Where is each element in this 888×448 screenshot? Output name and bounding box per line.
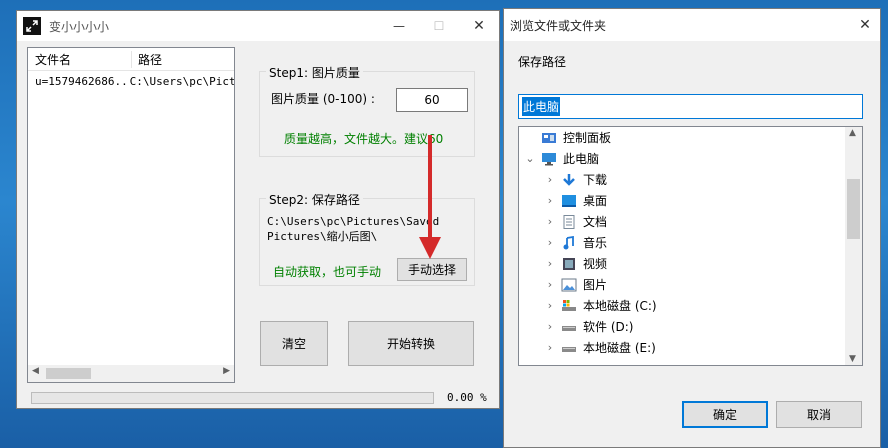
ok-button[interactable]: 确定 [682, 401, 768, 428]
tree-item[interactable]: › 视频 [519, 253, 845, 274]
tree-item-label: 图片 [583, 278, 608, 292]
scrollbar-thumb[interactable] [46, 368, 91, 379]
chevron-right-icon[interactable]: › [543, 257, 557, 270]
pictures-icon [561, 278, 577, 292]
chevron-right-icon[interactable]: › [543, 320, 557, 333]
dialog-label: 保存路径 [518, 55, 567, 69]
tree-item[interactable]: › 本地磁盘 (C:) [519, 295, 845, 316]
save-path-line2: Pictures\缩小后图\ [267, 230, 378, 243]
cancel-button[interactable]: 取消 [776, 401, 862, 428]
cell-filename: u=1579462686... [35, 74, 128, 88]
tree-item-label: 本地磁盘 (C:) [583, 299, 657, 313]
app-window: 变小小小小 — ☐ ✕ 文件名 路径 u=1579462686... C:\Us… [16, 10, 500, 409]
close-icon[interactable]: ✕ [459, 18, 499, 34]
document-icon [561, 214, 577, 229]
control-panel-icon [541, 131, 557, 145]
chevron-right-icon[interactable]: › [543, 278, 557, 291]
tree-item[interactable]: › 文档 [519, 211, 845, 232]
scroll-left-icon[interactable]: ◀ [32, 366, 39, 376]
tree-item-label: 文档 [583, 215, 608, 229]
table-row[interactable]: u=1579462686... C:\Users\pc\Pictu [28, 71, 234, 91]
start-convert-button[interactable]: 开始转换 [348, 321, 474, 366]
dialog-titlebar[interactable]: 浏览文件或文件夹 ✕ [504, 9, 880, 41]
save-path-line1: C:\Users\pc\Pictures\Saved [267, 215, 440, 228]
auto-path-hint: 自动获取，也可手动 [273, 265, 382, 279]
step2-title: Step2: 保存路径 [266, 191, 363, 208]
vertical-scrollbar[interactable]: ▲ ▼ [845, 127, 862, 365]
quality-input[interactable]: 60 [396, 88, 468, 112]
scroll-up-icon[interactable]: ▲ [849, 128, 856, 138]
tree-item[interactable]: › 软件 (D:) [519, 316, 845, 337]
red-arrow-annotation [419, 135, 441, 259]
tree-rows: 控制面板 ⌄ 此电脑 › 下载 › 桌面 › 文档 › 音乐 › 视频 › 图片 › 本地磁盘 (C:) › 软件 … [519, 127, 845, 358]
download-icon [561, 173, 577, 187]
tree-item-label: 此电脑 [563, 152, 600, 166]
quality-label: 图片质量 (0-100) : [271, 92, 375, 106]
tree-item-label: 控制面板 [563, 131, 612, 145]
tree-item[interactable]: ⌄ 此电脑 [519, 148, 845, 169]
tree-item[interactable]: › 音乐 [519, 232, 845, 253]
drive-icon [561, 320, 577, 334]
scroll-down-icon[interactable]: ▼ [849, 354, 856, 364]
chevron-right-icon[interactable]: › [543, 173, 557, 186]
tree-item-label: 视频 [583, 257, 608, 271]
chevron-right-icon[interactable]: › [543, 194, 557, 207]
dialog-close-icon[interactable]: ✕ [850, 17, 880, 33]
chevron-right-icon[interactable]: › [543, 236, 557, 249]
tree-item[interactable]: › 图片 [519, 274, 845, 295]
tree-item-label: 音乐 [583, 236, 608, 250]
folder-tree[interactable]: 控制面板 ⌄ 此电脑 › 下载 › 桌面 › 文档 › 音乐 › 视频 › 图片 › 本地磁盘 (C:) › 软件 … [518, 126, 863, 366]
chevron-right-icon[interactable]: › [543, 215, 557, 228]
quality-value: 60 [424, 93, 440, 107]
tree-item-label: 软件 (D:) [583, 320, 634, 334]
tree-item[interactable]: › 桌面 [519, 190, 845, 211]
maximize-icon[interactable]: ☐ [419, 19, 459, 33]
file-list[interactable]: 文件名 路径 u=1579462686... C:\Users\pc\Pictu… [27, 47, 235, 383]
tree-item[interactable]: › 下载 [519, 169, 845, 190]
column-header-filename[interactable]: 文件名 [28, 50, 132, 68]
drive-c-icon [561, 299, 577, 313]
chevron-down-icon[interactable]: ⌄ [523, 152, 537, 165]
app-title: 变小小小小 [49, 19, 110, 34]
minimize-icon[interactable]: — [379, 19, 419, 33]
scrollbar-thumb[interactable] [847, 179, 860, 239]
tree-item-label: 桌面 [583, 194, 608, 208]
app-titlebar[interactable]: 变小小小小 — ☐ ✕ [17, 11, 499, 41]
column-header-path[interactable]: 路径 [132, 51, 162, 68]
video-icon [561, 257, 577, 271]
file-list-header: 文件名 路径 [28, 48, 234, 71]
app-logo-icon [23, 17, 41, 35]
scroll-right-icon[interactable]: ▶ [223, 366, 230, 376]
music-icon [561, 235, 577, 250]
step1-title: Step1: 图片质量 [266, 64, 363, 81]
cell-path: C:\Users\pc\Pictu [129, 74, 234, 88]
chevron-right-icon[interactable]: › [543, 299, 557, 312]
horizontal-scrollbar[interactable]: ◀ ▶ [28, 365, 234, 382]
tree-item-label: 本地磁盘 (E:) [583, 341, 656, 355]
folder-path-value: 此电脑 [522, 97, 561, 116]
computer-icon [541, 152, 557, 166]
chevron-right-icon[interactable]: › [543, 341, 557, 354]
folder-path-input[interactable]: 此电脑 [518, 94, 863, 119]
progress-bar [31, 392, 434, 404]
tree-item[interactable]: 控制面板 [519, 127, 845, 148]
tree-item[interactable]: › 本地磁盘 (E:) [519, 337, 845, 358]
browse-dialog: 浏览文件或文件夹 ✕ 保存路径 此电脑 控制面板 ⌄ 此电脑 › 下载 › 桌面 › 文档 › 音乐… [503, 8, 881, 448]
dialog-title: 浏览文件或文件夹 [510, 18, 607, 33]
drive-icon [561, 341, 577, 355]
clear-button[interactable]: 清空 [260, 321, 328, 366]
desktop-icon [561, 194, 577, 208]
progress-text: 0.00 % [447, 391, 487, 404]
tree-item-label: 下载 [583, 173, 608, 187]
